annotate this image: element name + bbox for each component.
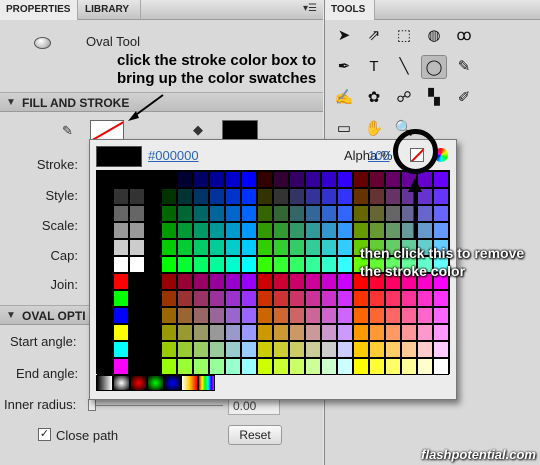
watermark: flashpotential.com	[421, 447, 536, 462]
highlight-circle	[393, 129, 438, 174]
annotation-arrows	[128, 94, 422, 238]
screenshot: { "properties": { "tabs": ["PROPERTIES",…	[0, 0, 540, 465]
annotation-bottom: then click this to remove the stroke col…	[360, 245, 525, 279]
